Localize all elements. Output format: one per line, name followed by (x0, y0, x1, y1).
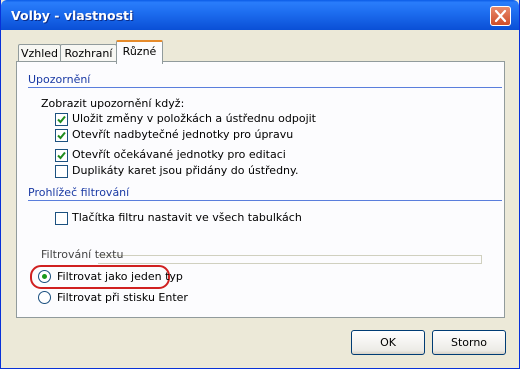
checkbox-otevrit-nadbytecne[interactable] (55, 129, 68, 142)
cancel-button[interactable]: Storno (432, 330, 506, 355)
checkbox-label[interactable]: Otevřít nadbytečné jednotky pro úpravu (72, 128, 293, 141)
tab-label: Vzhled (20, 47, 59, 60)
ok-button[interactable]: OK (351, 330, 425, 355)
tab-label: Rozhraní (64, 47, 113, 60)
radio-label[interactable]: Filtrovat jako jeden typ (57, 270, 183, 283)
checkbox-label[interactable]: Duplikáty karet jsou přidány do ústředny… (72, 164, 298, 177)
checkbox-label[interactable]: Tlačítka filtru nastavit ve všech tabulk… (72, 211, 302, 224)
check-icon (57, 151, 66, 160)
checkbox-duplikaty-karet[interactable] (55, 165, 68, 178)
radio-filtrovat-jako-typ[interactable] (38, 270, 51, 283)
check-icon (57, 131, 66, 140)
tab-ruzne[interactable]: Různé (116, 40, 163, 64)
close-button[interactable] (490, 6, 511, 26)
close-icon (494, 9, 507, 23)
checkbox-label[interactable]: Uložit změny v položkách a ústřednu odpo… (72, 112, 316, 125)
tab-rozhrani[interactable]: Rozhraní (60, 44, 117, 62)
checkbox-ulozit-zmeny[interactable] (55, 113, 68, 126)
checkbox-label[interactable]: Otevřít očekávané jednotky pro editaci (72, 148, 286, 161)
title-bar[interactable]: Volby - vlastnosti (1, 0, 519, 30)
tab-label: Různé (122, 45, 157, 58)
radio-selected-dot (42, 274, 47, 279)
group-divider (98, 255, 482, 264)
radio-label[interactable]: Filtrovat při stisku Enter (57, 291, 188, 304)
dialog-window: Volby - vlastnosti Vzhled Rozhraní Různé… (0, 0, 520, 369)
check-icon (57, 115, 66, 124)
group-label-filtrovani: Filtrování textu (41, 248, 124, 261)
checkbox-tlacitka-filtru[interactable] (55, 212, 68, 225)
section-header-upozorneni: Upozornění (28, 73, 502, 88)
window-title: Volby - vlastnosti (11, 8, 134, 23)
radio-filtrovat-enter[interactable] (38, 291, 51, 304)
section-header-prohlizec: Prohlížeč filtrování (28, 186, 502, 201)
upozorneni-subtitle: Zobrazit upozornění když: (41, 97, 185, 110)
checkbox-otevrit-ocekavane[interactable] (55, 149, 68, 162)
tab-vzhled[interactable]: Vzhled (18, 44, 61, 62)
